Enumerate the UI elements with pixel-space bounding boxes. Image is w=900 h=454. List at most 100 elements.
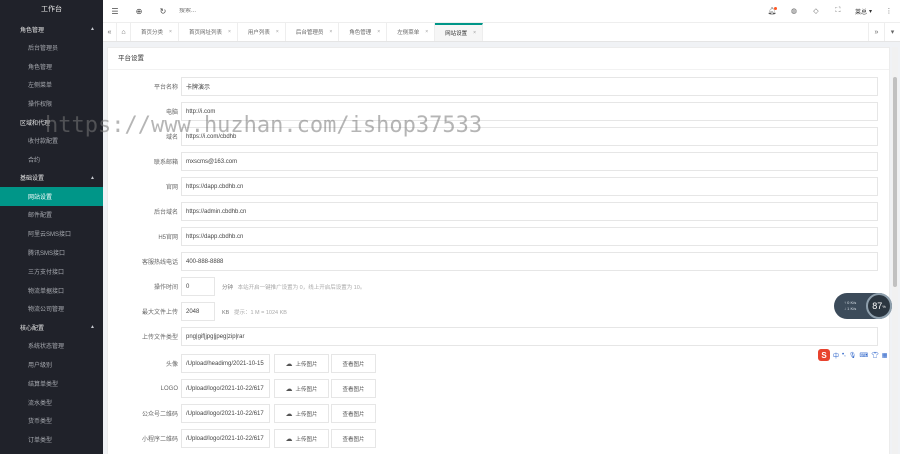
punctuation-icon[interactable]: •, (842, 352, 846, 358)
app-root: 工作台 角色管理 ▲ 后台管理员 角色管理 左侧菜单 操作权限 区域和代理 收付款配置 合约 基础… (0, 0, 900, 454)
sidebar-group-label: 基础设置 (20, 176, 45, 183)
view-image-button[interactable]: 查看图片 (331, 379, 376, 398)
field-input[interactable]: 卡牌演示 (181, 77, 878, 96)
field-input[interactable]: 0 (181, 277, 215, 296)
field-input[interactable]: https://dapp.cbdhb.cn (181, 227, 878, 246)
sidebar-item[interactable]: 货币类型 (0, 412, 103, 431)
sidebar-item[interactable]: 后台管理员 (0, 38, 103, 57)
tab-menu-icon[interactable]: ▾ (884, 23, 900, 41)
close-icon[interactable]: × (473, 30, 476, 36)
field-input[interactable]: https://admin.cbdhb.cn (181, 202, 878, 221)
search-input[interactable] (179, 8, 259, 14)
sidebar-item[interactable]: 腾讯SMS接口 (0, 243, 103, 262)
sidebar-item[interactable]: 系统状态管理 (0, 336, 103, 355)
sidebar-item[interactable]: 角色管理 (0, 57, 103, 76)
scrollbar[interactable] (892, 47, 898, 454)
field-input[interactable]: 400-888-8888 (181, 252, 878, 271)
view-image-button[interactable]: 查看图片 (331, 354, 376, 373)
sidebar-group[interactable]: 基础设置 ▲ (0, 169, 103, 187)
sidebar-item[interactable]: 订单类型 (0, 430, 103, 449)
form-row: 域名 https://i.com/cbdhb (108, 127, 878, 146)
sidebar-item[interactable]: 三方支付接口 (0, 262, 103, 281)
close-icon[interactable]: × (169, 29, 172, 35)
file-path-input[interactable]: /Upload/logo/2021-10-22/617 (181, 379, 270, 398)
view-image-button[interactable]: 查看图片 (331, 404, 376, 423)
field-hint: 本站开启一键推广设置为 0，线上开启后设置为 10。 (237, 284, 366, 291)
close-icon[interactable]: × (425, 29, 428, 35)
field-input[interactable]: https://dapp.cbdhb.cn (181, 177, 878, 196)
view-image-button[interactable]: 查看图片 (331, 429, 376, 448)
sidebar-item[interactable]: 阿里云SMS接口 (0, 224, 103, 243)
sogou-logo-icon[interactable]: S (818, 349, 830, 361)
tab-item[interactable]: 角色管理 × (339, 23, 388, 41)
sidebar-logo[interactable]: 工作台 (0, 0, 103, 20)
ime-mode[interactable]: 中 (833, 351, 839, 360)
sidebar-item[interactable]: 操作权限 (0, 94, 103, 113)
card-title: 平台设置 (108, 48, 889, 70)
grid-icon[interactable]: ▦ (882, 352, 888, 359)
refresh-icon[interactable]: ↻ (151, 0, 175, 23)
upload-image-button[interactable]: ☁ 上传图片 (274, 354, 329, 373)
theme-icon[interactable]: ◍ (783, 0, 805, 23)
home-icon[interactable]: ⌂ (117, 23, 131, 41)
upload-image-button[interactable]: ☁ 上传图片 (274, 379, 329, 398)
sidebar-item[interactable]: 网站设置 (0, 186, 103, 206)
tab-item[interactable]: 首页网址列表 × (179, 23, 238, 41)
bell-icon[interactable]: 🔔︎ (761, 0, 783, 23)
file-path-input[interactable]: /Upload/headimg/2021-10-15 (181, 354, 270, 373)
field-label: 电脑 (165, 110, 178, 116)
sidebar-group[interactable]: 角色管理 ▲ (0, 20, 103, 38)
file-path-input[interactable]: /Upload/logo/2021-10-22/617 (181, 429, 270, 448)
field-label: 上传文件类型 (141, 335, 178, 341)
close-icon[interactable]: × (377, 29, 380, 35)
close-icon[interactable]: × (276, 29, 279, 35)
tab-item[interactable]: 网站设置 × (435, 23, 484, 41)
microphone-icon[interactable]: 🎙︎ (849, 352, 857, 359)
tag-icon[interactable]: ◇ (805, 0, 827, 23)
upload-image-button[interactable]: ☁ 上传图片 (274, 429, 329, 448)
sidebar-item[interactable]: 用户级别 (0, 355, 103, 374)
file-path-input[interactable]: /Upload/logo/2021-10-22/617 (181, 404, 270, 423)
tab-label: 左侧菜单 (397, 30, 420, 36)
network-speed-widget[interactable]: ↑ 0 K/s ↓ 1 K/s 87% (834, 293, 892, 319)
field-label: 联系邮箱 (153, 160, 178, 166)
tab-item[interactable]: 左侧菜单 × (387, 23, 436, 41)
sidebar-group[interactable]: 核心配置 ▲ (0, 318, 103, 336)
globe-icon[interactable]: ⊕ (127, 0, 151, 23)
field-input[interactable]: mxscms@163.com (181, 152, 878, 171)
sidebar-item[interactable]: 收付款配置 (0, 131, 103, 150)
sidebar-item[interactable]: 邮件配置 (0, 206, 103, 225)
tab-scroll-right-icon[interactable]: » (868, 23, 884, 41)
sidebar-group[interactable]: 区域和代理 (0, 113, 103, 131)
close-icon[interactable]: × (329, 29, 332, 35)
keyboard-icon[interactable]: ⌨ (859, 352, 868, 359)
upload-image-button[interactable]: ☁ 上传图片 (274, 404, 329, 423)
tab-scroll-left-icon[interactable]: « (103, 23, 117, 41)
user-menu[interactable]: 莱总 ▾ (849, 7, 878, 16)
tab-item[interactable]: 后台管理员 × (286, 23, 340, 41)
field-hint: 提示：1 M = 1024 KB (233, 309, 287, 316)
shirt-icon[interactable]: 👕︎ (871, 352, 879, 359)
field-input[interactable]: http://i.com (181, 102, 878, 121)
field-input[interactable]: png|gif|jpg|jpeg|zip|rar (181, 327, 878, 346)
ime-toolbar[interactable]: S 中 •, 🎙︎ ⌨ 👕︎ ▦ (818, 349, 887, 361)
more-icon[interactable]: ⋮ (878, 0, 900, 23)
chevron-down-icon: ▾ (868, 8, 872, 15)
field-input[interactable]: https://i.com/cbdhb (181, 127, 878, 146)
sidebar-item[interactable]: 流水类型 (0, 393, 103, 412)
tab-item[interactable]: 首页分类 × (131, 23, 179, 41)
upload-row: 头像/Upload/headimg/2021-10-15 ☁ 上传图片 查看图片 (108, 354, 878, 373)
field-label: 小程序二维码 (141, 437, 178, 443)
close-icon[interactable]: × (228, 29, 231, 35)
sidebar-item[interactable]: 左侧菜单 (0, 76, 103, 95)
sidebar-item[interactable]: 合约 (0, 150, 103, 169)
menu-toggle-icon[interactable]: ☰ (103, 0, 127, 23)
field-input[interactable]: 2048 (181, 302, 215, 321)
upload-row: LOGO/Upload/logo/2021-10-22/617 ☁ 上传图片 查看图片 (108, 379, 878, 398)
fullscreen-icon[interactable]: ⛶ (827, 0, 849, 23)
sidebar-item[interactable]: 结算单类型 (0, 374, 103, 393)
sidebar-item[interactable]: 物流公司管理 (0, 300, 103, 319)
scrollbar-thumb[interactable] (893, 77, 897, 287)
tab-item[interactable]: 用户列表 × (238, 23, 286, 41)
sidebar-item[interactable]: 物流单据接口 (0, 281, 103, 300)
